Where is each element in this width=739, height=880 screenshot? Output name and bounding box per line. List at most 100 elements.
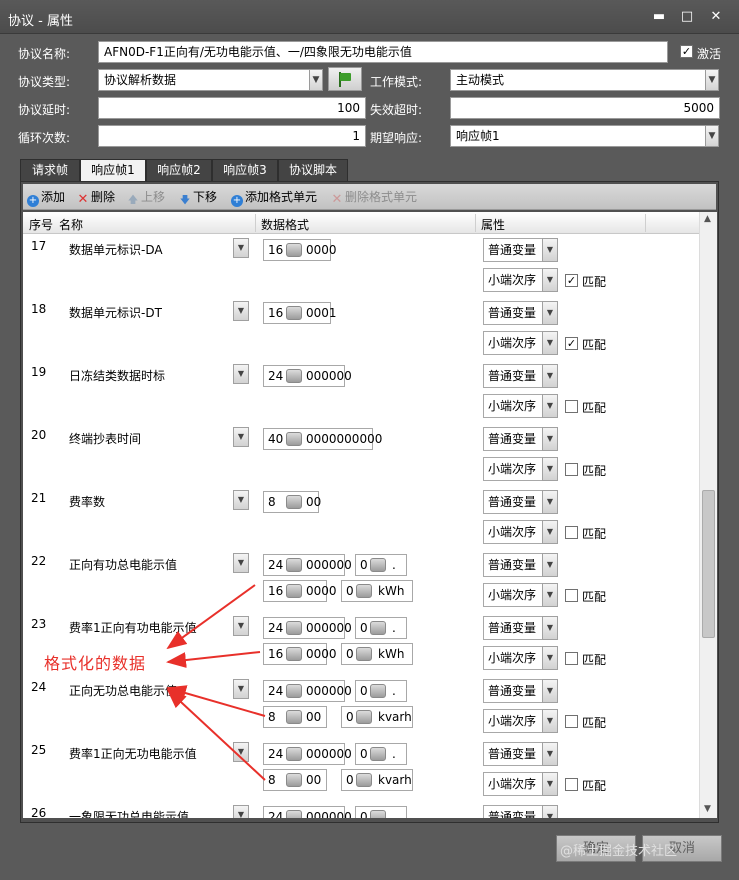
- variable-type-dropdown-icon[interactable]: ▼: [542, 616, 558, 640]
- close-button[interactable]: ✕: [707, 9, 725, 25]
- byte-order-select[interactable]: 小端次序: [483, 394, 543, 418]
- format-knob[interactable]: [370, 558, 386, 572]
- byte-order-dropdown-icon[interactable]: ▼: [542, 646, 558, 670]
- table-row[interactable]: 24 正向无功总电能示值 ▼ 24 000000 0 . 8 00 0 kvar…: [23, 675, 699, 738]
- format-unit[interactable]: 0 .: [355, 617, 407, 639]
- tab-request[interactable]: 请求帧: [20, 159, 80, 181]
- match-checkbox[interactable]: ✓: [565, 337, 578, 350]
- format-unit[interactable]: 24 000000: [263, 680, 352, 702]
- format-unit[interactable]: 24 000000: [263, 806, 352, 818]
- variable-type-select[interactable]: 普通变量: [483, 679, 543, 703]
- format-unit[interactable]: 8 00: [263, 706, 327, 728]
- format-unit[interactable]: 24 000000: [263, 554, 352, 576]
- table-row[interactable]: 25 费率1正向无功电能示值 ▼ 24 000000 0 . 8 00 0 kv…: [23, 738, 699, 801]
- variable-type-select[interactable]: 普通变量: [483, 616, 543, 640]
- byte-order-select[interactable]: 小端次序: [483, 772, 543, 796]
- add-format-unit-button[interactable]: + 添加格式单元: [231, 188, 317, 207]
- variable-type-select[interactable]: 普通变量: [483, 805, 543, 818]
- byte-order-select[interactable]: 小端次序: [483, 583, 543, 607]
- format-unit[interactable]: 0 kvarh: [341, 769, 413, 791]
- format-unit[interactable]: 24 000000: [263, 743, 352, 765]
- scroll-thumb[interactable]: [702, 490, 715, 638]
- delete-button[interactable]: ✕ 删除: [77, 188, 115, 206]
- variable-type-select[interactable]: 普通变量: [483, 742, 543, 766]
- table-row[interactable]: 26 一象限无功总电能示值 ▼ 24 000000 0 . 普通变量 ▼: [23, 801, 699, 818]
- byte-order-dropdown-icon[interactable]: ▼: [542, 394, 558, 418]
- vertical-scrollbar[interactable]: ▲ ▼: [699, 212, 717, 818]
- variable-type-dropdown-icon[interactable]: ▼: [542, 805, 558, 818]
- format-knob[interactable]: [286, 710, 302, 724]
- variable-type-select[interactable]: 普通变量: [483, 490, 543, 514]
- name-dropdown-icon[interactable]: ▼: [233, 490, 249, 510]
- format-unit[interactable]: 0 kWh: [341, 580, 413, 602]
- format-knob[interactable]: [370, 684, 386, 698]
- variable-type-dropdown-icon[interactable]: ▼: [542, 742, 558, 766]
- byte-order-dropdown-icon[interactable]: ▼: [542, 457, 558, 481]
- byte-order-select[interactable]: 小端次序: [483, 331, 543, 355]
- format-knob[interactable]: [370, 621, 386, 635]
- work-mode-select[interactable]: 主动模式: [450, 69, 706, 91]
- timeout-input[interactable]: 5000: [450, 97, 720, 119]
- format-unit[interactable]: 24 000000: [263, 617, 352, 639]
- minimize-button[interactable]: ▬: [650, 9, 668, 25]
- format-unit[interactable]: 0 .: [355, 806, 407, 818]
- format-unit[interactable]: 0 .: [355, 554, 407, 576]
- format-unit[interactable]: 8 00: [263, 491, 321, 513]
- byte-order-dropdown-icon[interactable]: ▼: [542, 772, 558, 796]
- variable-type-select[interactable]: 普通变量: [483, 427, 543, 451]
- byte-order-dropdown-icon[interactable]: ▼: [542, 268, 558, 292]
- delay-input[interactable]: 100: [98, 97, 366, 119]
- match-checkbox[interactable]: [565, 463, 578, 476]
- format-unit[interactable]: 24 000000: [263, 365, 352, 387]
- delete-format-unit-button[interactable]: ✕ 删除格式单元: [331, 188, 417, 206]
- name-dropdown-icon[interactable]: ▼: [233, 742, 249, 762]
- byte-order-dropdown-icon[interactable]: ▼: [542, 709, 558, 733]
- format-unit[interactable]: 40 0000000000: [263, 428, 382, 450]
- tab-response-2[interactable]: 响应帧2: [146, 159, 212, 181]
- format-knob[interactable]: [286, 432, 302, 446]
- format-knob[interactable]: [370, 747, 386, 761]
- format-unit[interactable]: 16 0000: [263, 580, 337, 602]
- format-knob[interactable]: [356, 773, 372, 787]
- match-checkbox[interactable]: [565, 715, 578, 728]
- tab-response-3[interactable]: 响应帧3: [212, 159, 278, 181]
- name-dropdown-icon[interactable]: ▼: [233, 679, 249, 699]
- variable-type-select[interactable]: 普通变量: [483, 553, 543, 577]
- format-unit[interactable]: 16 0000: [263, 643, 337, 665]
- protocol-type-select[interactable]: 协议解析数据: [98, 69, 310, 91]
- byte-order-select[interactable]: 小端次序: [483, 268, 543, 292]
- format-knob[interactable]: [370, 810, 386, 818]
- table-row[interactable]: 19 日冻结类数据时标 ▼ 24 000000 普通变量 ▼ 小端次序 ▼ 匹配: [23, 360, 699, 423]
- match-checkbox[interactable]: [565, 778, 578, 791]
- move-down-button[interactable]: 🡇 下移: [179, 188, 217, 206]
- name-dropdown-icon[interactable]: ▼: [233, 364, 249, 384]
- format-knob[interactable]: [356, 647, 372, 661]
- variable-type-select[interactable]: 普通变量: [483, 301, 543, 325]
- scroll-down-icon[interactable]: ▼: [704, 804, 711, 814]
- table-row[interactable]: 17 数据单元标识-DA ▼ 16 0000 普通变量 ▼ 小端次序 ▼ ✓ 匹配: [23, 234, 699, 297]
- format-knob[interactable]: [286, 306, 302, 320]
- format-knob[interactable]: [286, 621, 302, 635]
- byte-order-select[interactable]: 小端次序: [483, 709, 543, 733]
- protocol-type-dropdown[interactable]: ▼: [309, 69, 323, 91]
- match-checkbox[interactable]: [565, 400, 578, 413]
- tab-script[interactable]: 协议脚本: [278, 159, 348, 181]
- tab-response-1[interactable]: 响应帧1: [80, 159, 146, 181]
- variable-type-dropdown-icon[interactable]: ▼: [542, 301, 558, 325]
- flag-button[interactable]: [328, 67, 362, 91]
- name-dropdown-icon[interactable]: ▼: [233, 301, 249, 321]
- format-unit[interactable]: 0 .: [355, 680, 407, 702]
- match-checkbox[interactable]: ✓: [565, 274, 578, 287]
- format-unit[interactable]: 0 kvarh: [341, 706, 413, 728]
- match-checkbox[interactable]: [565, 589, 578, 602]
- variable-type-select[interactable]: 普通变量: [483, 364, 543, 388]
- format-knob[interactable]: [286, 369, 302, 383]
- variable-type-dropdown-icon[interactable]: ▼: [542, 679, 558, 703]
- name-dropdown-icon[interactable]: ▼: [233, 616, 249, 636]
- table-row[interactable]: 18 数据单元标识-DT ▼ 16 0001 普通变量 ▼ 小端次序 ▼ ✓ 匹配: [23, 297, 699, 360]
- variable-type-select[interactable]: 普通变量: [483, 238, 543, 262]
- byte-order-select[interactable]: 小端次序: [483, 520, 543, 544]
- expect-response-select[interactable]: 响应帧1: [450, 125, 706, 147]
- variable-type-dropdown-icon[interactable]: ▼: [542, 364, 558, 388]
- format-unit[interactable]: 0 kWh: [341, 643, 413, 665]
